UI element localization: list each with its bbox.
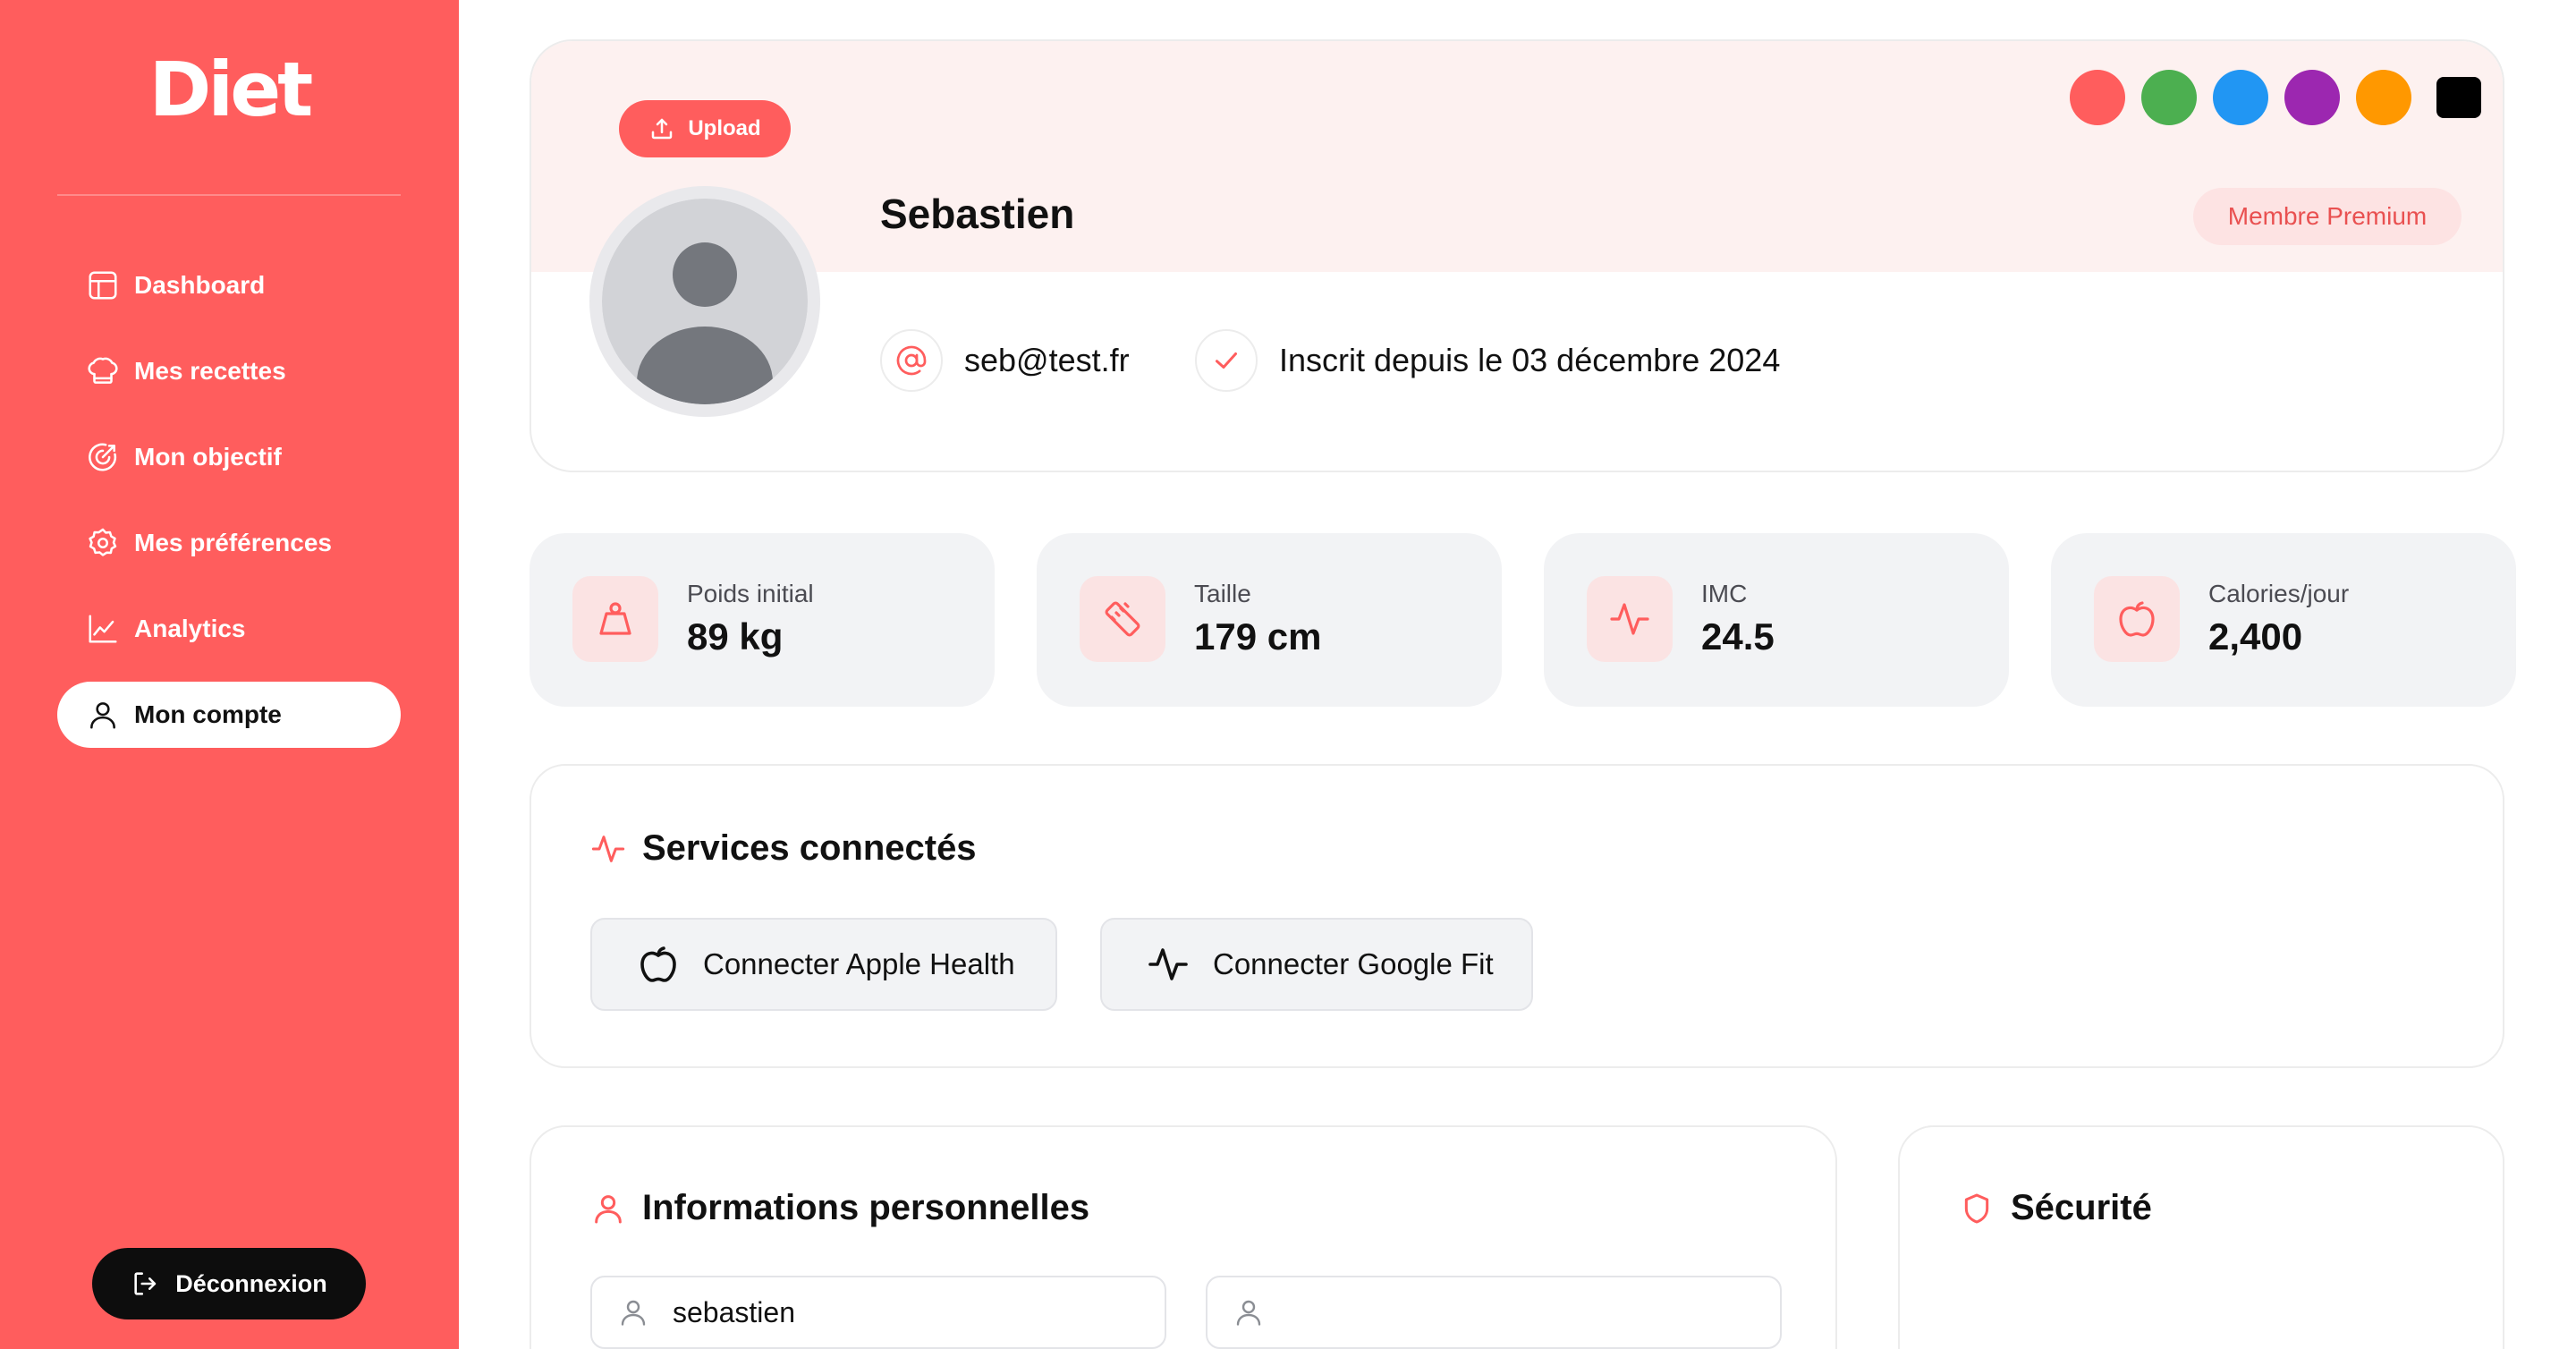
sidebar-item-label: Mon objectif: [134, 443, 282, 471]
premium-badge: Membre Premium: [2193, 188, 2462, 245]
sidebar-item-objectif[interactable]: Mon objectif: [57, 424, 401, 490]
connected-services-card: Services connectés Connecter Apple Healt…: [530, 764, 2504, 1068]
security-card: Sécurité: [1898, 1125, 2504, 1349]
shield-icon: [1964, 1193, 1989, 1223]
first-name-input[interactable]: [673, 1295, 1156, 1329]
theme-color-swatch[interactable]: [2356, 70, 2411, 125]
member-since-row: Inscrit depuis le 03 décembre 2024: [1195, 329, 1780, 392]
services-title-label: Services connectés: [642, 828, 977, 868]
security-title-label: Sécurité: [2011, 1188, 2152, 1227]
stat-value: 2,400: [2208, 615, 2303, 658]
theme-color-swatch[interactable]: [2141, 70, 2197, 125]
upload-button[interactable]: Upload: [619, 100, 791, 157]
logout-label: Déconnexion: [175, 1269, 327, 1297]
stat-card-height: Taille 179 cm: [1037, 533, 1502, 707]
theme-color-swatch[interactable]: [2284, 70, 2340, 125]
sidebar-item-label: Mes recettes: [134, 357, 286, 385]
stat-card-calories: Calories/jour 2,400: [2051, 533, 2516, 707]
activity-icon: [1148, 948, 1188, 980]
connect-google-fit-button[interactable]: Connecter Google Fit: [1100, 918, 1533, 1011]
sidebar-item-dashboard[interactable]: Dashboard: [57, 252, 401, 318]
check-icon: [1216, 352, 1237, 369]
sidebar-item-label: Mes préférences: [134, 529, 333, 556]
member-since: Inscrit depuis le 03 décembre 2024: [1279, 342, 1781, 378]
stat-icon-wrap: [572, 576, 658, 662]
stat-label: Poids initial: [687, 580, 814, 607]
gear-icon: [89, 528, 117, 556]
services-title: Services connectés: [590, 828, 977, 869]
logout-icon: [134, 1272, 157, 1295]
target-icon: [89, 443, 117, 471]
stat-icon-wrap: [2094, 576, 2180, 662]
apple-icon: [640, 946, 676, 982]
theme-color-swatch[interactable]: [2213, 70, 2268, 125]
stat-value: 24.5: [1701, 615, 1775, 658]
theme-color-picker: [2070, 70, 2497, 125]
stat-label: Calories/jour: [2208, 580, 2350, 607]
connect-google-fit-label: Connecter Google Fit: [1213, 947, 1494, 980]
at-sign-icon: [896, 345, 927, 376]
activity-icon: [1610, 603, 1649, 635]
security-title: Sécurité: [1959, 1188, 2152, 1228]
chart-line-icon: [89, 615, 117, 643]
stat-value: 179 cm: [1194, 615, 1322, 658]
connect-apple-health-label: Connecter Apple Health: [703, 947, 1015, 980]
upload-label: Upload: [688, 116, 761, 140]
user-icon: [90, 702, 115, 729]
theme-color-swatch[interactable]: [2070, 70, 2125, 125]
last-name-input[interactable]: [1288, 1295, 1771, 1329]
email-icon-wrap: [880, 329, 943, 392]
personal-info-title: Informations personnelles: [590, 1188, 1089, 1228]
profile-card: Upload Sebastien Membre Premium seb@test…: [530, 39, 2504, 472]
connect-apple-health-button[interactable]: Connecter Apple Health: [590, 918, 1057, 1011]
sidebar-item-label: Dashboard: [134, 271, 266, 299]
sidebar-nav: Dashboard Mes recettes Mon objectif Mes …: [57, 252, 401, 768]
avatar-placeholder: [602, 199, 808, 404]
theme-color-swatch[interactable]: [2436, 77, 2481, 118]
personal-info-title-label: Informations personnelles: [642, 1188, 1090, 1227]
stat-card-weight: Poids initial 89 kg: [530, 533, 995, 707]
stat-card-bmi: IMC 24.5: [1544, 533, 2009, 707]
logout-button[interactable]: Déconnexion: [92, 1248, 366, 1319]
sidebar: Diet Dashboard Mes recettes Mon objectif…: [0, 0, 459, 1349]
sidebar-item-analytics[interactable]: Analytics: [57, 596, 401, 662]
dashboard-icon: [89, 271, 117, 300]
avatar[interactable]: [589, 186, 820, 417]
check-icon-wrap: [1195, 329, 1258, 392]
first-name-field[interactable]: [590, 1276, 1166, 1349]
avatar-user-icon: [637, 242, 773, 404]
user-icon: [595, 1194, 622, 1223]
personal-info-card: Informations personnelles: [530, 1125, 1837, 1349]
weight-icon: [599, 602, 631, 635]
sidebar-item-label: Mon compte: [134, 700, 282, 728]
ruler-icon: [1105, 601, 1140, 637]
stat-icon-wrap: [1587, 576, 1673, 662]
apple-icon: [2119, 601, 2155, 637]
chef-hat-icon: [88, 357, 118, 384]
sidebar-item-compte[interactable]: Mon compte: [57, 682, 401, 748]
sidebar-item-preferences[interactable]: Mes préférences: [57, 510, 401, 576]
sidebar-divider: [57, 194, 401, 196]
activity-icon: [591, 835, 625, 862]
stat-label: Taille: [1194, 580, 1251, 607]
app-logo[interactable]: Diet: [0, 52, 459, 127]
sidebar-item-recettes[interactable]: Mes recettes: [57, 338, 401, 404]
sidebar-item-label: Analytics: [134, 615, 246, 642]
upload-icon: [652, 118, 673, 140]
stat-icon-wrap: [1080, 576, 1165, 662]
user-icon: [1236, 1300, 1261, 1326]
email-row: seb@test.fr: [880, 329, 1130, 392]
stat-value: 89 kg: [687, 615, 784, 658]
user-icon: [621, 1300, 646, 1326]
stat-label: IMC: [1701, 580, 1748, 607]
last-name-field[interactable]: [1206, 1276, 1782, 1349]
profile-email: seb@test.fr: [964, 342, 1130, 378]
profile-name: Sebastien: [880, 191, 1075, 237]
